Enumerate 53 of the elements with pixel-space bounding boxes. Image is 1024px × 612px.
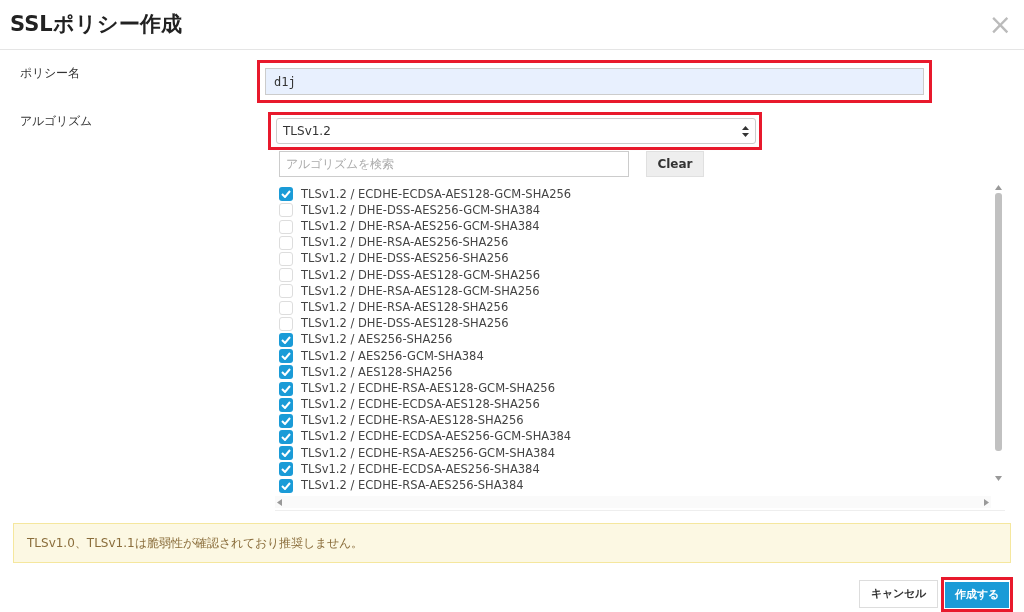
checkbox[interactable] — [279, 478, 293, 493]
sort-caret-icon — [742, 125, 749, 137]
checkbox[interactable] — [279, 446, 293, 461]
scroll-up-icon[interactable] — [994, 185, 1002, 191]
checkbox[interactable] — [279, 235, 293, 250]
checkbox[interactable] — [279, 430, 293, 445]
checkbox[interactable] — [279, 219, 293, 234]
cipher-label: TLSv1.2 / AES256-SHA256 — [301, 331, 453, 349]
checkbox[interactable] — [279, 413, 293, 428]
cipher-label: TLSv1.2 / ECDHE-ECDSA-AES256-SHA384 — [301, 460, 540, 478]
cipher-label: TLSv1.2 / DHE-DSS-AES128-SHA256 — [301, 315, 509, 333]
field-label: アルゴリズム — [20, 113, 92, 131]
cipher-label: TLSv1.2 / ECDHE-RSA-AES128-GCM-SHA256 — [301, 379, 555, 397]
checkbox[interactable] — [279, 187, 293, 202]
checkbox[interactable] — [279, 268, 293, 283]
scroll-down-icon[interactable] — [994, 476, 1002, 482]
scrollbar-thumb[interactable] — [994, 193, 1002, 452]
cipher-label: TLSv1.2 / DHE-RSA-AES256-SHA256 — [301, 234, 509, 252]
cipher-label: TLSv1.2 / DHE-RSA-AES256-GCM-SHA384 — [301, 218, 540, 235]
dialog-title: SSLポリシー作成 — [10, 10, 182, 38]
scroll-left-icon[interactable] — [277, 498, 282, 506]
cipher-label: TLSv1.2 / DHE-RSA-AES128-GCM-SHA256 — [301, 282, 540, 300]
name-field[interactable]: d1j — [265, 68, 924, 96]
checkbox[interactable] — [279, 397, 293, 412]
search-field[interactable]: アルゴリズムを検索 — [279, 151, 629, 178]
cancel-button[interactable]: キャンセル — [859, 580, 938, 609]
cipher-label: TLSv1.2 / AES256-GCM-SHA384 — [301, 347, 484, 365]
scroll-right-icon[interactable] — [984, 498, 989, 506]
cipher-label: TLSv1.2 / ECDHE-RSA-AES128-SHA256 — [301, 412, 524, 430]
cipher-label: TLSv1.2 / DHE-DSS-AES128-GCM-SHA256 — [301, 266, 540, 284]
cipher-label: TLSv1.2 / DHE-DSS-AES256-SHA256 — [301, 250, 509, 268]
checkbox[interactable] — [279, 284, 293, 299]
algorithm-select[interactable]: TLSv1.2 — [276, 118, 756, 145]
checkbox[interactable] — [279, 349, 293, 364]
checkbox[interactable] — [279, 300, 293, 315]
cipher-label: TLSv1.2 / ECDHE-ECDSA-AES128-GCM-SHA256 — [301, 185, 572, 203]
cipher-label: TLSv1.2 / ECDHE-RSA-AES256-GCM-SHA384 — [301, 444, 555, 462]
cipher-label: TLSv1.2 / DHE-DSS-AES256-GCM-SHA384 — [301, 201, 540, 219]
cipher-label: TLSv1.2 / ECDHE-RSA-AES256-SHA384 — [301, 477, 524, 494]
cipher-label: TLSv1.2 / ECDHE-ECDSA-AES128-SHA256 — [301, 396, 540, 414]
warning-message: TLSv1.0、TLSv1.1は脆弱性が確認されており推奨しません。 — [13, 523, 1011, 563]
checkbox[interactable] — [279, 316, 293, 331]
checkbox[interactable] — [279, 203, 293, 218]
cipher-label: TLSv1.2 / AES128-SHA256 — [301, 363, 453, 381]
checkbox[interactable] — [279, 252, 293, 266]
checkbox[interactable] — [279, 365, 293, 380]
checkbox[interactable] — [279, 332, 293, 347]
checkbox[interactable] — [279, 462, 293, 477]
cipher-label: TLSv1.2 / ECDHE-ECDSA-AES256-GCM-SHA384 — [301, 428, 572, 446]
clear-button[interactable]: Clear — [646, 151, 704, 178]
field-label: ポリシー名 — [20, 65, 80, 83]
checkbox[interactable] — [279, 381, 293, 396]
cipher-label: TLSv1.2 / DHE-RSA-AES128-SHA256 — [301, 298, 509, 316]
